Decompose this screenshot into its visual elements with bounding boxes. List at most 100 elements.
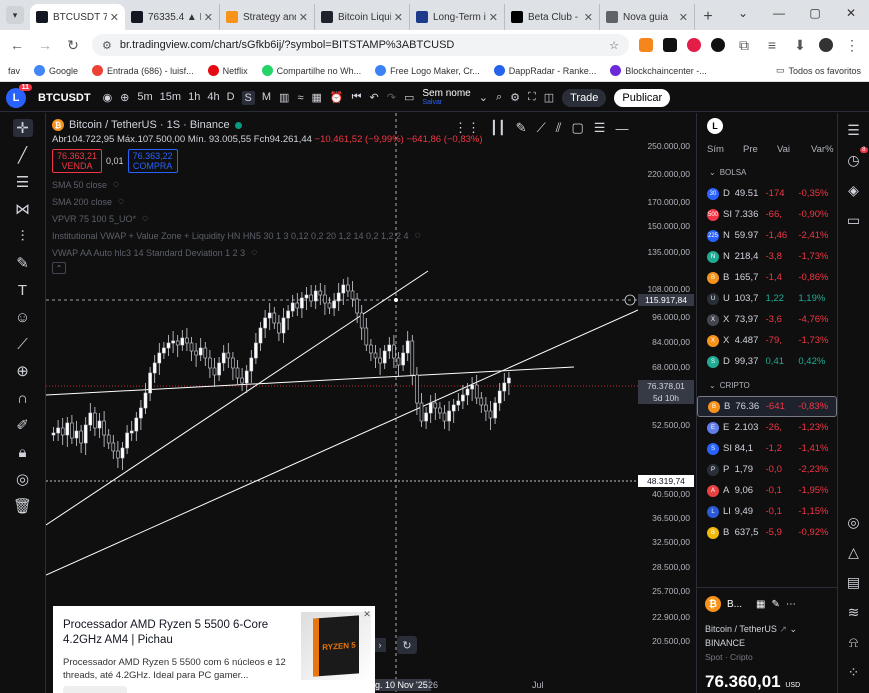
watchlist-row[interactable]: S D 99,37 0,41 0,42% — [697, 351, 837, 372]
drag-handle-icon[interactable]: ⋮⋮ — [454, 120, 480, 136]
trade-button[interactable]: Trade — [562, 88, 607, 107]
menu-icon[interactable]: ⋮ — [843, 37, 861, 54]
maximize-icon[interactable]: ▢ — [797, 0, 833, 26]
bookmark-star-icon[interactable]: ☆ — [609, 39, 619, 52]
browser-tab[interactable]: Nova guia ✕ — [600, 4, 695, 30]
bookmark-item[interactable]: Google — [34, 65, 78, 76]
camera-icon[interactable]: ◫ — [544, 91, 554, 104]
bookmark-item[interactable]: Compartilhe no Wh... — [261, 65, 361, 76]
watchlist-row[interactable]: 500 SI 7.336 -66, -0,90% — [697, 204, 837, 225]
watchlist-row[interactable]: P P 1,79 -0,0 -2,23% — [697, 459, 837, 480]
indicators-icon[interactable]: ≈ — [297, 92, 303, 104]
indicator-row[interactable]: SMA 200 close ◌ — [52, 196, 483, 207]
watchlist-row[interactable]: N N 218,4 -3,8 -1,73% — [697, 246, 837, 267]
ad-title[interactable]: Processador AMD Ryzen 5 5500 6-Core 4.2G… — [63, 618, 298, 648]
symbol-title[interactable]: Bitcoin / TetherUS · 1S · Binance — [69, 119, 230, 131]
browser-tab[interactable]: Long-Term i ✕ — [410, 4, 505, 30]
magnet-icon[interactable]: ∩ — [13, 389, 33, 407]
close-icon[interactable]: ✕ — [394, 11, 403, 24]
bookmark-item[interactable]: Netflix — [207, 65, 248, 76]
chevron-right-icon[interactable]: › — [374, 638, 386, 652]
close-icon[interactable]: ✕ — [299, 11, 308, 24]
external-link-icon[interactable]: ↗ — [779, 624, 787, 634]
bookmark-item[interactable]: Blockchaincenter -... — [610, 65, 707, 76]
watchlist-icon[interactable]: ☰ — [845, 121, 863, 139]
timeframe-m[interactable]: M — [262, 91, 271, 105]
watchlist-row[interactable]: L LI 9,49 -0,1 -1,15% — [697, 501, 837, 522]
eye-hidden-icon[interactable]: ◌ — [113, 179, 119, 190]
pattern-icon[interactable]: ⋈ — [13, 200, 33, 218]
watchlist-row[interactable]: B B 165,7 -1,4 -0,86% — [697, 267, 837, 288]
trend-line-icon[interactable]: ╱ — [13, 146, 33, 164]
settings-gear-icon[interactable]: ⚙ — [510, 91, 520, 104]
compare-icon[interactable]: ◉ — [103, 91, 113, 104]
visibility-eye-icon[interactable]: ◎ — [13, 470, 33, 488]
watchlist-row[interactable]: E E 2.103 -26, -1,23% — [697, 417, 837, 438]
horizontal-line-icon[interactable]: — — [615, 121, 628, 136]
close-icon[interactable]: ✕ — [833, 0, 869, 26]
browser-tab[interactable]: 76335.4 ▲ B ✕ — [125, 4, 220, 30]
timeframe-4h[interactable]: 4h — [207, 91, 219, 105]
target-icon[interactable]: ◎ — [845, 513, 863, 531]
extension-icon[interactable] — [711, 38, 725, 52]
collapse-legend-icon[interactable]: ⌃ — [52, 262, 66, 274]
notifications-bell-icon[interactable]: ⍾ — [845, 633, 863, 651]
chevron-down-icon[interactable]: ⌄ — [479, 91, 488, 104]
browser-tab[interactable]: Bitcoin Liqui ✕ — [315, 4, 410, 30]
candle-type-icon[interactable]: ▥ — [279, 91, 289, 104]
eye-hidden-icon[interactable]: ◌ — [251, 247, 257, 258]
ad-cta-button[interactable] — [63, 686, 127, 693]
lines-icon[interactable]: ☰ — [594, 120, 606, 136]
media-icon[interactable]: ≡ — [763, 37, 781, 53]
edit-icon[interactable]: ✎ — [771, 599, 779, 610]
search-icon[interactable]: ⌕ — [496, 91, 502, 104]
add-symbol-icon[interactable]: ⊕ — [120, 91, 129, 104]
site-info-icon[interactable]: ⚙ — [102, 39, 112, 52]
browser-tab[interactable]: Strategy and ✕ — [220, 4, 315, 30]
close-icon[interactable]: ✕ — [204, 11, 213, 24]
emoji-icon[interactable]: ☺ — [13, 308, 33, 326]
eye-hidden-icon[interactable]: ◌ — [118, 196, 124, 207]
candles-icon[interactable]: ┃┃ — [490, 120, 506, 136]
alert-icon[interactable]: ⏰ — [330, 91, 344, 104]
extensions-puzzle-icon[interactable]: ⧉ — [735, 37, 753, 54]
watchlist-selector[interactable]: L — [707, 118, 723, 134]
symbol-search[interactable]: BTCUSDT — [34, 92, 95, 104]
pen-icon[interactable]: ✎ — [516, 120, 527, 136]
ad-product-image[interactable]: RYZEN 5 — [301, 612, 371, 680]
watchlist-row[interactable]: S SI 84,1 -1,2 -1,41% — [697, 438, 837, 459]
publish-button[interactable]: Publicar — [614, 88, 671, 107]
watchlist-row[interactable]: X X 73,97 -3,6 -4,76% — [697, 309, 837, 330]
chat-icon[interactable]: ▭ — [845, 211, 863, 229]
rectangle-icon[interactable]: ▢ — [571, 120, 583, 136]
trash-icon[interactable]: 🗑︎ — [13, 497, 33, 515]
lock-icon[interactable]: 🔒︎ — [13, 443, 33, 461]
timeframe-1h[interactable]: 1h — [188, 91, 200, 105]
close-icon[interactable]: ✕ — [584, 11, 593, 24]
sell-button[interactable]: 76.363,21 VENDA — [52, 149, 103, 173]
close-icon[interactable]: ✕ — [110, 11, 119, 24]
back-icon[interactable]: ← — [8, 37, 26, 53]
eye-hidden-icon[interactable]: ◌ — [142, 213, 148, 224]
new-tab-button[interactable]: + — [695, 4, 721, 30]
calendar-icon[interactable]: ▤ — [845, 573, 863, 591]
watchlist-row[interactable]: B B 637,5 -5,9 -0,92% — [697, 522, 837, 543]
watchlist-section-cripto[interactable]: ⌄ CRIPTO — [697, 374, 837, 396]
browser-tab[interactable]: BTCUSDT 76✕ — [30, 4, 125, 30]
undo-icon[interactable]: ↶ — [370, 91, 379, 104]
close-icon[interactable]: ✕ — [361, 608, 373, 620]
layout-grid-icon[interactable]: ▦ — [756, 599, 765, 610]
replay-icon[interactable]: ⏮ — [352, 91, 362, 104]
close-icon[interactable]: ✕ — [489, 11, 498, 24]
bookmark-item[interactable]: Entrada (686) - luisf... — [92, 65, 194, 76]
avatar[interactable]: L 11 — [6, 83, 32, 108]
projection-icon[interactable]: ⫶ — [13, 227, 33, 245]
indicator-row[interactable]: VWAP AA Auto hlc3 14 Standard Deviation … — [52, 247, 483, 258]
address-bar[interactable]: ⚙ br.tradingview.com/chart/sGfkb6ij/?sym… — [92, 34, 629, 56]
download-icon[interactable]: ⬇ — [791, 37, 809, 54]
watchlist-row[interactable]: 30 D 49.51 -174 -0,35% — [697, 183, 837, 204]
forward-icon[interactable]: → — [36, 37, 54, 53]
buy-button[interactable]: 76.363,22 COMPRA — [127, 149, 178, 173]
eye-hidden-icon[interactable]: ◌ — [415, 230, 421, 241]
brush-icon[interactable]: ✎ — [13, 254, 33, 272]
